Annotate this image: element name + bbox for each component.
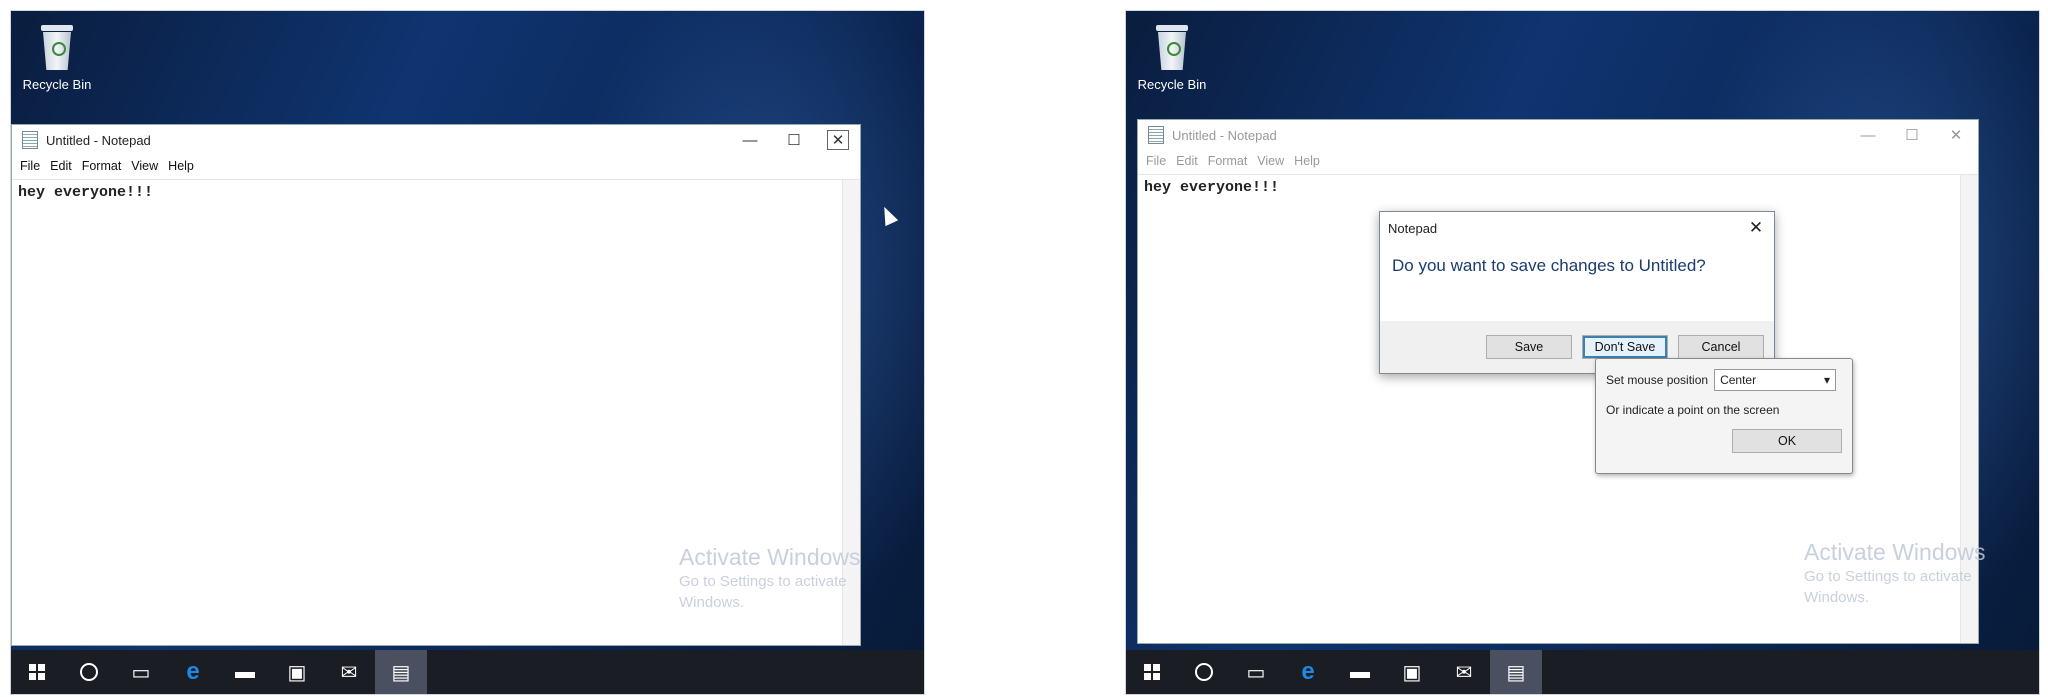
mail-icon[interactable]: ✉ [323, 650, 375, 694]
save-changes-dialog: Notepad ✕ Do you want to save changes to… [1379, 211, 1775, 374]
menu-format[interactable]: Format [1208, 154, 1248, 168]
menu-file[interactable]: File [20, 159, 40, 173]
menu-format[interactable]: Format [82, 159, 122, 173]
mouse-position-value: Center [1720, 373, 1757, 387]
watermark-line3: Windows. [1804, 589, 1870, 606]
recycle-bin-icon [1152, 25, 1192, 71]
notepad-titlebar[interactable]: Untitled - Notepad — ☐ ✕ [1138, 120, 1978, 150]
notepad-title: Untitled - Notepad [46, 132, 151, 148]
menu-bar: File Edit Format View Help [1138, 150, 1978, 172]
text-content: hey everyone!!! [18, 184, 154, 201]
taskbar: ▭ e ▬ ▣ ✉ ▤ [1126, 650, 2039, 694]
text-content: hey everyone!!! [1144, 179, 1280, 196]
notepad-icon [1148, 126, 1164, 144]
right-screenshot: Recycle Bin Untitled - Notepad — ☐ ✕ Fil… [1125, 10, 2040, 695]
notepad-taskbar-icon[interactable]: ▤ [375, 650, 427, 694]
menu-view[interactable]: View [1257, 154, 1284, 168]
mail-icon[interactable]: ✉ [1438, 650, 1490, 694]
watermark-title: Activate Windows [679, 544, 861, 570]
menu-bar: File Edit Format View Help [12, 155, 860, 177]
watermark-line2: Go to Settings to activate [679, 573, 847, 590]
ok-button[interactable]: OK [1732, 429, 1842, 453]
recycle-bin[interactable]: Recycle Bin [1132, 25, 1212, 92]
dont-save-button[interactable]: Don't Save [1582, 335, 1668, 359]
watermark-line3: Windows. [679, 594, 745, 611]
store-icon[interactable]: ▣ [1386, 650, 1438, 694]
edge-icon[interactable]: e [167, 650, 219, 694]
watermark-line2: Go to Settings to activate [1804, 568, 1972, 585]
dialog-question: Do you want to save changes to Untitled? [1392, 256, 1706, 275]
cortana-icon[interactable] [1178, 650, 1230, 694]
recycle-bin-icon [37, 25, 77, 71]
notepad-taskbar-icon[interactable]: ▤ [1490, 650, 1542, 694]
menu-help[interactable]: Help [1294, 154, 1320, 168]
recycle-bin-label: Recycle Bin [22, 77, 92, 92]
menu-file[interactable]: File [1146, 154, 1166, 168]
notepad-titlebar[interactable]: Untitled - Notepad — ☐ ✕ [12, 125, 860, 155]
activation-watermark: Activate Windows Go to Settings to activ… [679, 544, 861, 613]
minimize-button[interactable]: — [728, 132, 772, 149]
store-icon[interactable]: ▣ [271, 650, 323, 694]
dialog-close-icon[interactable]: ✕ [1738, 218, 1774, 238]
minimize-button[interactable]: — [1846, 127, 1890, 144]
task-view-icon[interactable]: ▭ [1230, 650, 1282, 694]
notepad-icon [22, 131, 38, 149]
indicate-point-hint: Or indicate a point on the screen [1606, 403, 1780, 417]
chevron-down-icon: ▾ [1824, 373, 1831, 387]
mouse-position-popup: Set mouse position Center ▾ Or indicate … [1595, 358, 1853, 474]
activation-watermark: Activate Windows Go to Settings to activ… [1804, 539, 1986, 608]
close-button[interactable]: ✕ [1934, 126, 1978, 144]
cortana-icon[interactable] [63, 650, 115, 694]
maximize-button[interactable]: ☐ [772, 131, 816, 149]
left-screenshot: Recycle Bin Untitled - Notepad — ☐ ✕ Fil… [10, 10, 925, 695]
notepad-title: Untitled - Notepad [1172, 127, 1277, 143]
save-button[interactable]: Save [1486, 335, 1572, 359]
start-icon[interactable] [11, 650, 63, 694]
cancel-button[interactable]: Cancel [1678, 335, 1764, 359]
mouse-position-label: Set mouse position [1606, 373, 1709, 387]
recycle-bin[interactable]: Recycle Bin [17, 25, 97, 92]
file-explorer-icon[interactable]: ▬ [1334, 650, 1386, 694]
maximize-button[interactable]: ☐ [1890, 126, 1934, 144]
menu-help[interactable]: Help [168, 159, 194, 173]
mouse-position-select[interactable]: Center ▾ [1714, 369, 1837, 391]
file-explorer-icon[interactable]: ▬ [219, 650, 271, 694]
menu-edit[interactable]: Edit [1176, 154, 1198, 168]
dialog-title: Notepad [1388, 220, 1438, 236]
taskbar: ▭ e ▬ ▣ ✉ ▤ [11, 650, 924, 694]
edge-icon[interactable]: e [1282, 650, 1334, 694]
task-view-icon[interactable]: ▭ [115, 650, 167, 694]
watermark-title: Activate Windows [1804, 539, 1986, 565]
close-button[interactable]: ✕ [827, 130, 849, 150]
menu-edit[interactable]: Edit [50, 159, 72, 173]
menu-view[interactable]: View [131, 159, 158, 173]
recycle-bin-label: Recycle Bin [1137, 77, 1207, 92]
dialog-titlebar: Notepad ✕ [1380, 212, 1774, 244]
start-icon[interactable] [1126, 650, 1178, 694]
